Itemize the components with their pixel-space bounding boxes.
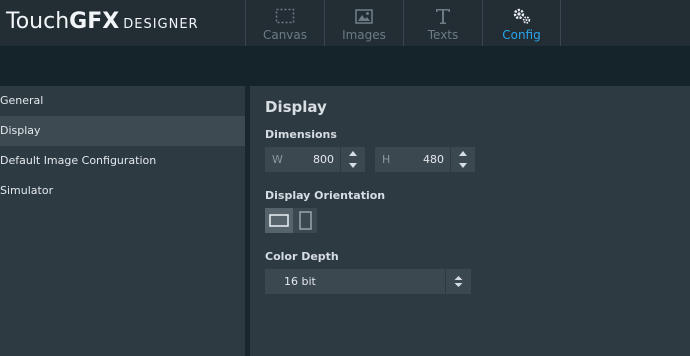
height-decrement-button[interactable] — [451, 160, 474, 173]
height-stepper-arrows — [450, 147, 474, 172]
width-prefix: W — [272, 153, 283, 166]
orientation-toggle — [265, 208, 317, 233]
chevron-down-icon — [458, 163, 467, 169]
main-tabs: Canvas Images Texts Config — [245, 0, 561, 46]
texts-icon — [434, 6, 452, 26]
height-input[interactable]: 480 — [395, 147, 450, 172]
sidebar-item-simulator[interactable]: Simulator — [0, 176, 245, 206]
tab-images[interactable]: Images — [324, 0, 403, 46]
tab-config-label: Config — [502, 28, 541, 42]
height-stepper: H 480 — [375, 147, 475, 172]
toolbar-strip — [0, 46, 690, 86]
images-icon — [355, 6, 373, 26]
config-sidebar: General Display Default Image Configurat… — [0, 86, 245, 356]
width-decrement-button[interactable] — [341, 160, 364, 173]
tab-texts[interactable]: Texts — [403, 0, 482, 46]
sidebar-item-default-image-configuration[interactable]: Default Image Configuration — [0, 146, 245, 176]
logo-text-touch: Touch — [6, 9, 70, 34]
select-arrows-icon — [445, 269, 471, 294]
chevron-up-icon — [458, 150, 467, 156]
logo-text-designer: DESIGNER — [123, 17, 199, 32]
height-increment-button[interactable] — [451, 147, 474, 160]
width-stepper: W 800 — [265, 147, 365, 172]
landscape-icon — [269, 214, 289, 227]
width-stepper-arrows — [340, 147, 364, 172]
tab-images-label: Images — [342, 28, 386, 42]
display-settings-panel: Display Dimensions W 800 H 480 Display O… — [250, 86, 690, 356]
tab-canvas-label: Canvas — [262, 28, 308, 42]
color-depth-value: 16 bit — [284, 275, 316, 288]
width-input[interactable]: 800 — [285, 147, 340, 172]
height-prefix: H — [382, 153, 391, 166]
tab-canvas[interactable]: Canvas — [245, 0, 324, 46]
app-logo: Touch GFX DESIGNER — [6, 9, 199, 37]
sidebar-item-display[interactable]: Display — [0, 116, 245, 146]
chevron-down-icon — [348, 163, 357, 169]
tab-config[interactable]: Config — [482, 0, 561, 46]
tab-texts-label: Texts — [427, 28, 459, 42]
width-increment-button[interactable] — [341, 147, 364, 160]
color-depth-label: Color Depth — [265, 250, 339, 263]
logo-text-gfx: GFX — [69, 9, 120, 34]
color-depth-select[interactable]: 16 bit — [265, 269, 471, 294]
portrait-button[interactable] — [293, 208, 317, 233]
top-header: Touch GFX DESIGNER Canvas Images Texts C… — [0, 0, 690, 46]
display-orientation-label: Display Orientation — [265, 189, 386, 202]
dimensions-label: Dimensions — [265, 128, 337, 141]
landscape-button[interactable] — [265, 208, 293, 233]
chevron-up-icon — [348, 150, 357, 156]
sidebar-item-general[interactable]: General — [0, 86, 245, 116]
page-title: Display — [265, 98, 327, 116]
canvas-icon — [275, 6, 295, 26]
portrait-icon — [298, 211, 312, 230]
config-icon — [512, 6, 532, 26]
